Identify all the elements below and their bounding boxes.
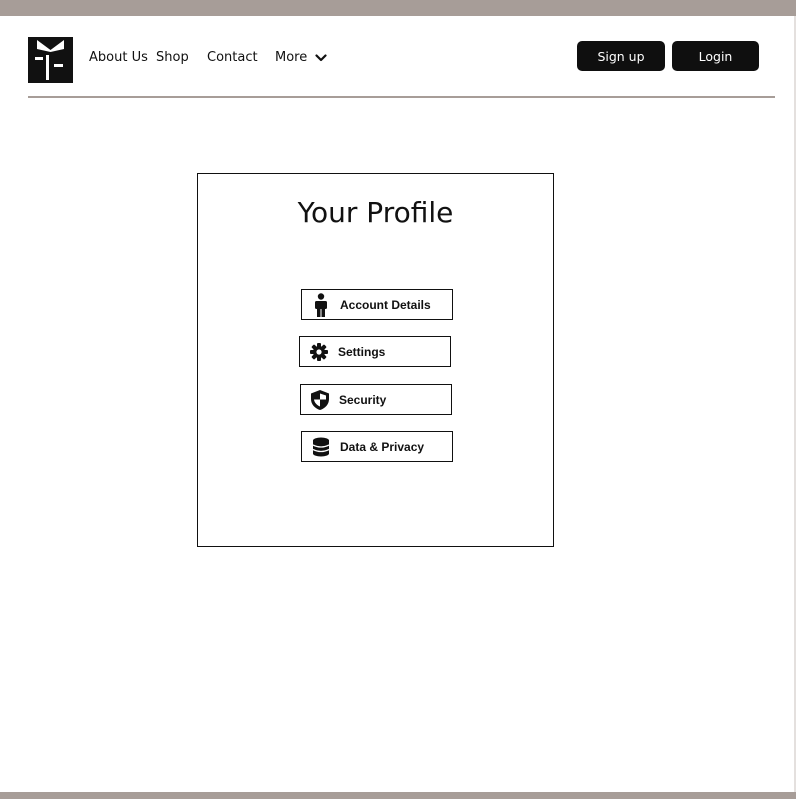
account-details-label: Account Details <box>340 297 431 312</box>
chevron-down-icon <box>315 53 327 61</box>
header-divider <box>28 96 775 98</box>
nav-more-label: More <box>275 50 308 65</box>
person-icon <box>302 292 340 317</box>
sign-up-button[interactable]: Sign up <box>577 41 665 71</box>
top-frame-bar <box>0 0 796 16</box>
shield-icon <box>301 389 339 411</box>
data-privacy-label: Data & Privacy <box>340 439 425 454</box>
login-button[interactable]: Login <box>672 41 759 71</box>
security-label: Security <box>339 392 387 407</box>
gear-icon <box>300 342 338 361</box>
nav-about-us[interactable]: About Us <box>89 50 148 65</box>
settings-button[interactable]: Settings <box>299 336 451 367</box>
nav-contact[interactable]: Contact <box>207 50 258 65</box>
bottom-frame-bar <box>0 792 796 799</box>
account-details-button[interactable]: Account Details <box>301 289 453 320</box>
logo-icon <box>28 37 73 83</box>
logo[interactable] <box>28 37 73 83</box>
nav-more[interactable]: More <box>275 50 327 65</box>
profile-card: Your Profile Account Details Settings Se… <box>197 173 554 547</box>
data-privacy-button[interactable]: Data & Privacy <box>301 431 453 462</box>
security-button[interactable]: Security <box>300 384 452 415</box>
page-title: Your Profile <box>297 196 454 229</box>
database-icon <box>302 437 340 457</box>
nav-shop[interactable]: Shop <box>156 50 189 65</box>
settings-label: Settings <box>338 344 386 359</box>
